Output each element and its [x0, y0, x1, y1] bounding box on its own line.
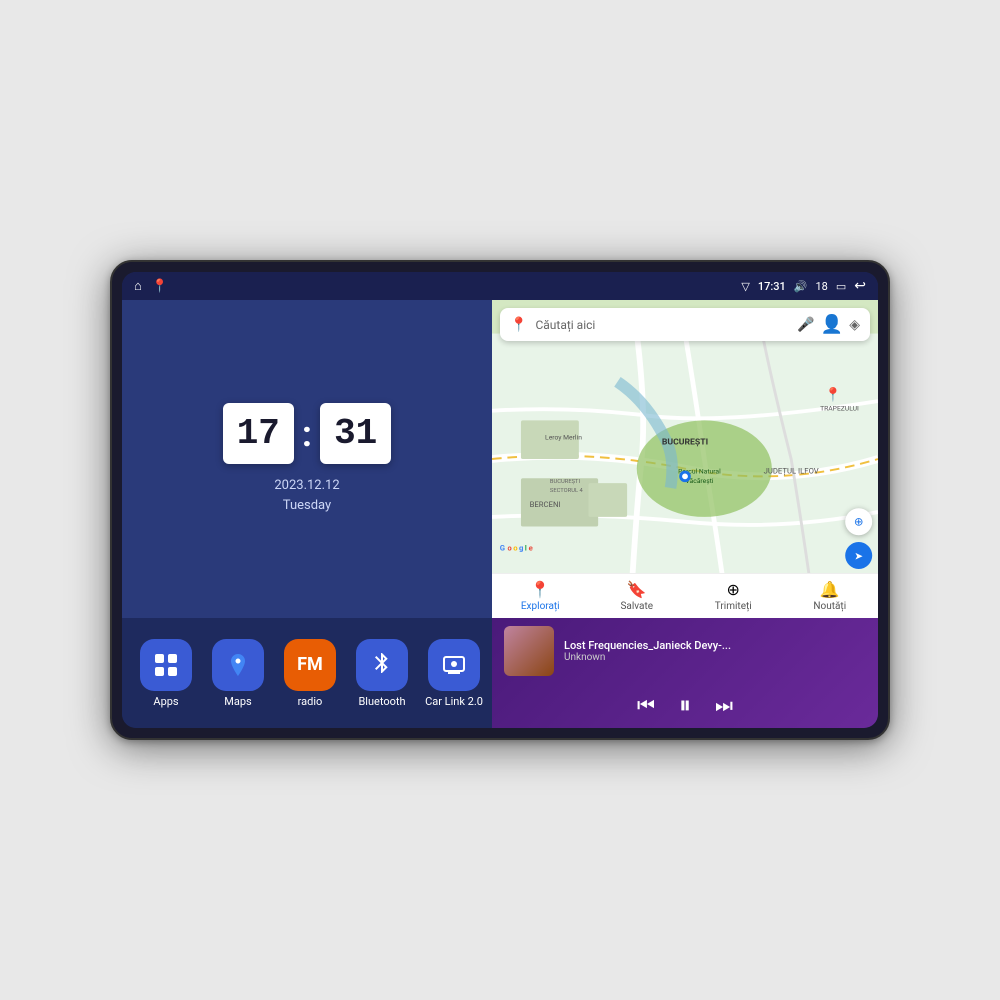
- map-logo-icon: 📍: [510, 317, 527, 333]
- music-controls: ⏮ ⏸ ⏭: [504, 692, 866, 720]
- saved-label: Salvate: [620, 601, 653, 612]
- carlink-label: Car Link 2.0: [425, 695, 483, 708]
- music-info: Lost Frequencies_Janieck Devy-... Unknow…: [504, 626, 866, 676]
- saved-icon: 🔖: [627, 580, 647, 599]
- radio-label: radio: [298, 695, 323, 708]
- app-item-bluetooth[interactable]: Bluetooth: [350, 639, 414, 708]
- music-text: Lost Frequencies_Janieck Devy-... Unknow…: [564, 639, 866, 663]
- home-icon[interactable]: ⌂: [134, 278, 142, 294]
- svg-text:G: G: [500, 544, 505, 553]
- map-search-bar[interactable]: 📍 Căutați aici 🎤 👤 ◈: [500, 308, 870, 341]
- map-nav-share[interactable]: ⊕ Trimiteți: [685, 574, 782, 618]
- back-icon[interactable]: ↩: [854, 278, 866, 294]
- map-bottom-nav: 📍 Explorați 🔖 Salvate ⊕ Trimiteți 🔔: [492, 573, 878, 618]
- maps-label: Maps: [224, 695, 251, 708]
- map-nav-explore[interactable]: 📍 Explorați: [492, 574, 589, 618]
- svg-text:o: o: [513, 544, 518, 553]
- bluetooth-label: Bluetooth: [358, 695, 405, 708]
- voice-search-icon[interactable]: 🎤: [797, 317, 814, 333]
- svg-text:BUCUREȘTI: BUCUREȘTI: [662, 438, 708, 448]
- prev-button[interactable]: ⏮: [637, 695, 655, 718]
- bluetooth-icon: [356, 639, 408, 691]
- app-item-apps[interactable]: Apps: [134, 639, 198, 708]
- explore-label: Explorați: [521, 601, 560, 612]
- album-art: [504, 626, 554, 676]
- svg-text:TRAPEZULUI: TRAPEZULUI: [820, 405, 859, 413]
- clock-hour: 17: [223, 403, 294, 464]
- map-search-text[interactable]: Căutați aici: [535, 318, 789, 332]
- maps-icon: [212, 639, 264, 691]
- apps-icon: [140, 639, 192, 691]
- battery-level: 18: [815, 280, 827, 293]
- svg-text:📍: 📍: [825, 386, 842, 403]
- svg-text:o: o: [507, 544, 512, 553]
- layers-icon[interactable]: ◈: [849, 317, 860, 333]
- svg-text:e: e: [529, 544, 533, 553]
- svg-text:Leroy Merlin: Leroy Merlin: [545, 434, 582, 442]
- map-widget[interactable]: BUCUREȘTI JUDEȚUL ILFOV BERCENI TRAPEZUL…: [492, 300, 878, 618]
- app-item-maps[interactable]: Maps: [206, 639, 270, 708]
- news-icon: 🔔: [820, 580, 840, 599]
- status-time: 17:31: [758, 280, 786, 293]
- main-content: 17 : 31 2023.12.12 Tuesday: [122, 300, 878, 728]
- explore-icon: 📍: [530, 580, 550, 599]
- account-icon[interactable]: 👤: [821, 314, 843, 335]
- svg-text:g: g: [519, 544, 523, 553]
- status-bar-left: ⌂ 📍: [134, 278, 168, 294]
- car-head-unit: ⌂ 📍 ▽ 17:31 🔊 18 ▭ ↩ 17 :: [110, 260, 890, 740]
- svg-text:⊕: ⊕: [854, 515, 864, 529]
- apps-label: Apps: [153, 695, 178, 708]
- battery-icon: ▭: [836, 280, 846, 293]
- clock-minute: 31: [320, 403, 391, 464]
- clock-date: 2023.12.12 Tuesday: [274, 476, 339, 515]
- map-nav-news[interactable]: 🔔 Noutăți: [782, 574, 879, 618]
- carlink-icon: [428, 639, 480, 691]
- status-bar-right: ▽ 17:31 🔊 18 ▭ ↩: [741, 278, 866, 294]
- maps-nav-icon[interactable]: 📍: [152, 279, 168, 294]
- play-pause-button[interactable]: ⏸: [679, 692, 691, 720]
- signal-icon: ▽: [741, 280, 749, 293]
- share-label: Trimiteți: [715, 601, 752, 612]
- device-screen: ⌂ 📍 ▽ 17:31 🔊 18 ▭ ↩ 17 :: [122, 272, 878, 728]
- radio-icon: FM: [284, 639, 336, 691]
- app-dock: Apps Maps FM: [122, 618, 492, 728]
- map-search-actions: 🎤 👤 ◈: [797, 314, 860, 335]
- clock-colon: :: [302, 413, 312, 455]
- svg-text:JUDEȚUL ILFOV: JUDEȚUL ILFOV: [764, 466, 819, 475]
- clock-display: 17 : 31: [223, 403, 392, 464]
- svg-text:BUCUREȘTI: BUCUREȘTI: [550, 479, 581, 485]
- app-item-carlink[interactable]: Car Link 2.0: [422, 639, 486, 708]
- music-artist: Unknown: [564, 652, 866, 663]
- left-panel: 17 : 31 2023.12.12 Tuesday: [122, 300, 492, 728]
- app-item-radio[interactable]: FM radio: [278, 639, 342, 708]
- news-label: Noutăți: [813, 601, 846, 612]
- volume-icon: 🔊: [794, 280, 808, 293]
- map-nav-saved[interactable]: 🔖 Salvate: [589, 574, 686, 618]
- right-panel: BUCUREȘTI JUDEȚUL ILFOV BERCENI TRAPEZUL…: [492, 300, 878, 728]
- music-title: Lost Frequencies_Janieck Devy-...: [564, 639, 866, 652]
- status-bar: ⌂ 📍 ▽ 17:31 🔊 18 ▭ ↩: [122, 272, 878, 300]
- svg-text:➤: ➤: [854, 549, 863, 562]
- share-icon: ⊕: [727, 580, 740, 599]
- svg-text:l: l: [525, 544, 527, 553]
- clock-widget: 17 : 31 2023.12.12 Tuesday: [122, 300, 492, 618]
- music-player: Lost Frequencies_Janieck Devy-... Unknow…: [492, 618, 878, 728]
- next-button[interactable]: ⏭: [715, 695, 733, 718]
- svg-text:SECTORUL 4: SECTORUL 4: [550, 488, 584, 494]
- svg-text:BERCENI: BERCENI: [530, 500, 561, 509]
